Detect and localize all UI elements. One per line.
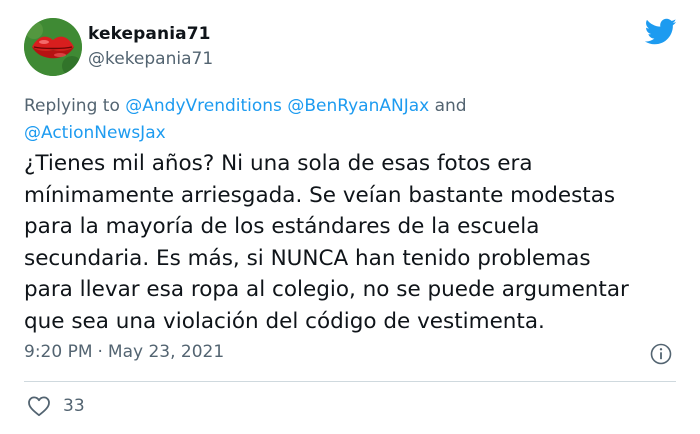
tweet-text: ¿Tienes mil años? Ni una sola de esas fo… <box>24 148 684 337</box>
tweet-text-line: para llevar esa ropa al colegio, no se p… <box>24 277 629 302</box>
author-handle[interactable]: @kekepania71 <box>88 49 213 69</box>
like-count: 33 <box>63 396 85 416</box>
reply-conjunction: and <box>434 96 467 116</box>
twitter-bird-icon[interactable] <box>645 18 677 46</box>
tweet-text-line: secundaria. Es más, si NUNCA han tenido … <box>24 245 591 271</box>
reply-context: Replying to @AndyVrenditions @BenRyanANJ… <box>24 93 674 147</box>
mention-link[interactable]: @AndyVrenditions <box>125 96 282 116</box>
tweet-text-line: ¿Tienes mil años? Ni una sola de esas fo… <box>24 151 533 176</box>
tweet-time: 9:20 PM <box>24 342 93 362</box>
tweet-text-line: para la mayoría de los estándares de la … <box>24 214 540 239</box>
tweet-text-line: mínimamente arriesgada. Se veían bastant… <box>24 182 616 208</box>
red-lips-avatar <box>24 18 82 76</box>
heart-icon[interactable] <box>27 395 51 417</box>
tweet-text-line: que sea una violación del código de vest… <box>24 308 545 334</box>
tweet-date: May 23, 2021 <box>107 342 225 362</box>
reply-prefix: Replying to <box>24 96 120 116</box>
author-display-name[interactable]: kekepania71 <box>88 24 211 44</box>
info-icon[interactable] <box>650 343 672 365</box>
tweet-timestamp[interactable]: 9:20 PM · May 23, 2021 <box>24 342 224 362</box>
tweet-card: kekepania71 @kekepania71 Replying to @An… <box>0 0 700 434</box>
meta-separator: · <box>97 342 103 362</box>
divider <box>24 381 676 382</box>
mention-link[interactable]: @BenRyanANJax <box>287 96 429 116</box>
avatar[interactable] <box>24 18 82 76</box>
mention-link[interactable]: @ActionNewsJax <box>24 123 166 143</box>
